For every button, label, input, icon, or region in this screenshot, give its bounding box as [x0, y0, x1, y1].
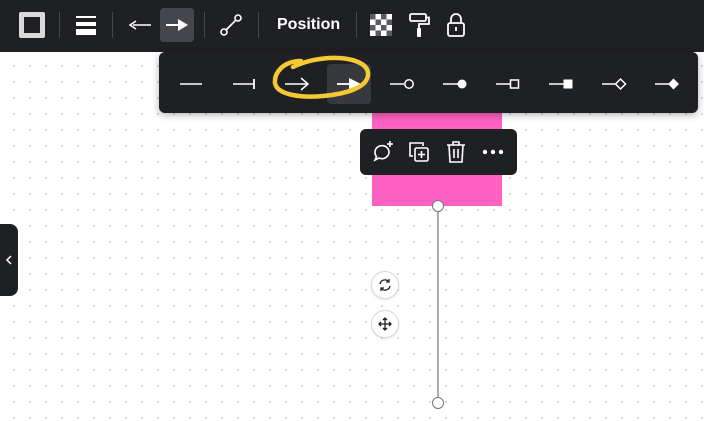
transparency-icon: [370, 14, 392, 36]
toolbar-divider: [59, 12, 60, 38]
line-end-options-popover: [159, 52, 698, 113]
line-circle-filled-icon: [443, 79, 467, 89]
transparency-button[interactable]: [364, 8, 398, 42]
paint-roller-icon: [409, 13, 430, 37]
line-end-option-arrow[interactable]: [275, 64, 319, 104]
element-context-toolbar: [360, 129, 517, 175]
line-end-option-diamond-filled[interactable]: [645, 64, 689, 104]
toolbar-divider: [258, 12, 259, 38]
line-diamond-outline-icon: [602, 77, 627, 91]
line-end-option-bar[interactable]: [222, 64, 266, 104]
lock-icon: [447, 13, 465, 37]
more-icon: [482, 149, 504, 155]
line-style-icon: [220, 14, 242, 36]
color-picker-button[interactable]: [15, 8, 49, 42]
line-weight-button[interactable]: [69, 8, 103, 42]
line-circle-outline-icon: [390, 79, 414, 89]
top-toolbar: Position: [0, 0, 704, 52]
line-start-icon: [128, 20, 151, 30]
toolbar-divider: [356, 12, 357, 38]
line-weight-icon: [76, 16, 96, 35]
delete-button[interactable]: [441, 137, 471, 167]
line-square-filled-icon: [549, 79, 573, 89]
line-end-button[interactable]: [160, 8, 194, 42]
line-style-button[interactable]: [214, 8, 248, 42]
line-arrow-icon: [285, 77, 310, 91]
add-comment-button[interactable]: [368, 137, 398, 167]
rotate-icon: [379, 279, 391, 291]
side-panel-toggle[interactable]: [0, 224, 18, 296]
connector-end-handle[interactable]: [432, 397, 444, 409]
line-triangle-arrow-icon: [337, 78, 361, 90]
move-button[interactable]: [371, 310, 399, 338]
chevron-left-icon: [5, 255, 12, 265]
line-end-option-square-filled[interactable]: [539, 64, 583, 104]
line-end-icon: [166, 19, 188, 31]
duplicate-icon: [409, 142, 429, 162]
duplicate-button[interactable]: [404, 137, 434, 167]
line-end-option-circle-filled[interactable]: [433, 64, 477, 104]
toolbar-divider: [204, 12, 205, 38]
line-end-option-none[interactable]: [169, 64, 213, 104]
line-bar-end-icon: [233, 79, 255, 89]
line-start-button[interactable]: [123, 8, 157, 42]
line-plain-icon: [180, 83, 202, 85]
more-options-button[interactable]: [478, 137, 508, 167]
delete-icon: [447, 141, 465, 163]
position-button[interactable]: Position: [277, 8, 340, 42]
line-end-option-circle[interactable]: [380, 64, 424, 104]
connector-start-handle[interactable]: [432, 200, 444, 212]
move-icon: [378, 317, 392, 331]
add-comment-icon: [373, 141, 393, 162]
paint-roller-button[interactable]: [402, 8, 436, 42]
line-end-option-square[interactable]: [486, 64, 530, 104]
line-diamond-filled-icon: [655, 78, 679, 90]
line-square-outline-icon: [496, 79, 520, 89]
line-end-option-triangle[interactable]: [327, 64, 371, 104]
rotate-button[interactable]: [371, 271, 399, 299]
color-picker-icon: [19, 12, 45, 38]
line-end-option-diamond[interactable]: [592, 64, 636, 104]
lock-button[interactable]: [439, 8, 473, 42]
toolbar-divider: [112, 12, 113, 38]
